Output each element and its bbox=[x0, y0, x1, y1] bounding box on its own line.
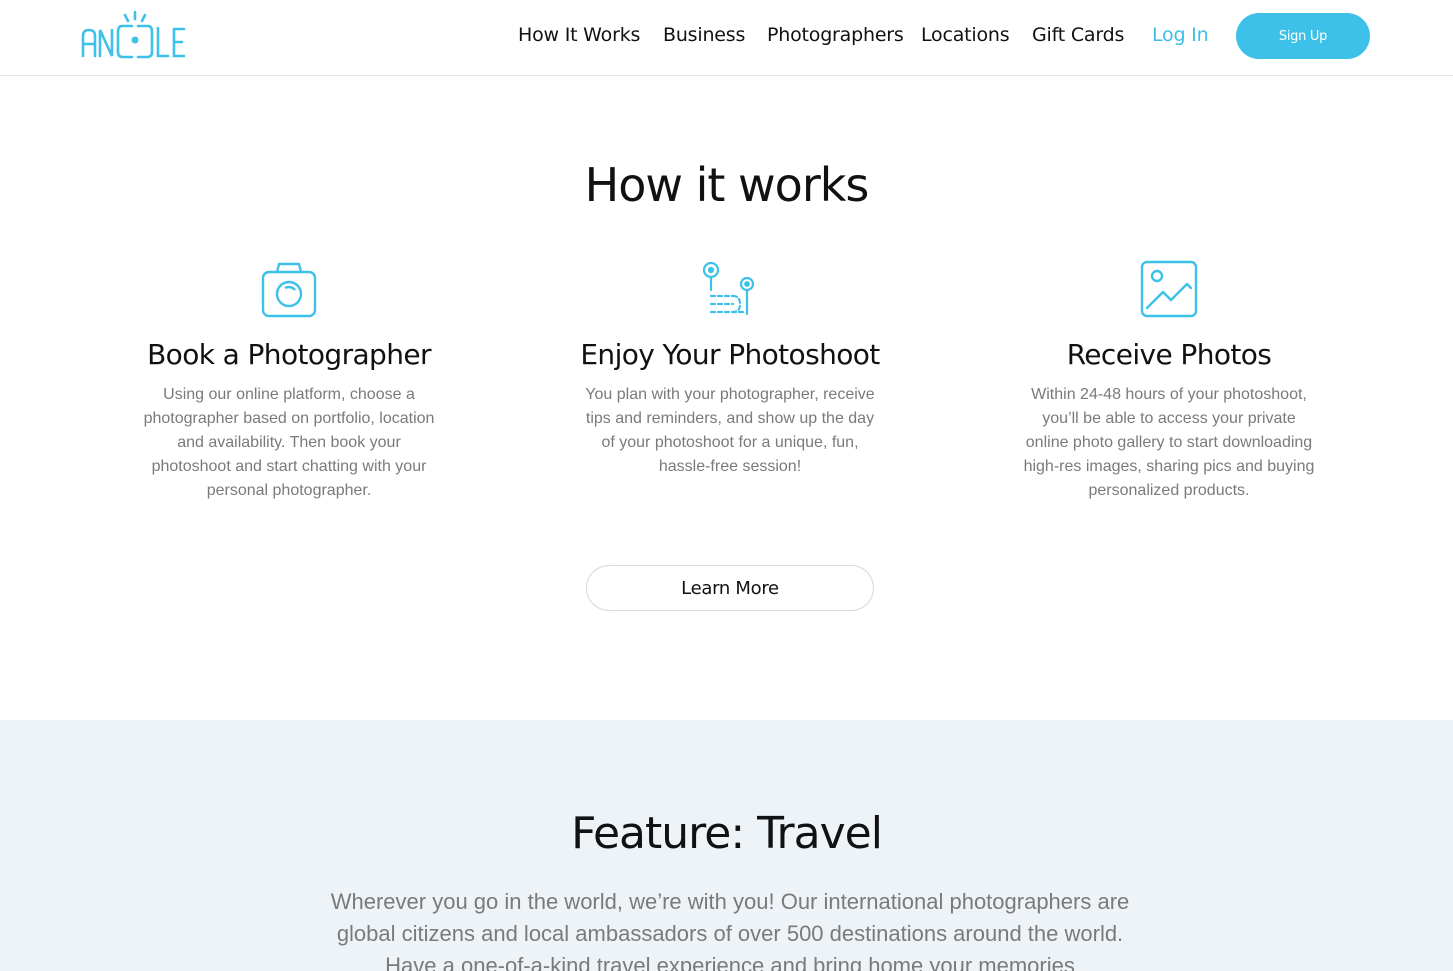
site-header: How It Works Business Photographers Loca… bbox=[0, 0, 1453, 76]
step-title: Book a Photographer bbox=[147, 338, 431, 371]
step-description: Using our online platform, choose a phot… bbox=[143, 386, 435, 499]
step-book-photographer: Book a Photographer Using our online pla… bbox=[129, 258, 449, 503]
step-title: Enjoy Your Photoshoot bbox=[580, 338, 880, 371]
nav-gift-cards[interactable]: Gift Cards bbox=[1032, 24, 1124, 46]
how-it-works-title: How it works bbox=[584, 158, 870, 212]
step-description: Within 24-48 hours of your photoshoot, y… bbox=[1023, 386, 1315, 499]
login-link[interactable]: Log In bbox=[1152, 24, 1209, 46]
signup-button[interactable]: Sign Up bbox=[1236, 13, 1370, 59]
nav-how-it-works[interactable]: How It Works bbox=[518, 24, 640, 46]
step-description: You plan with your photographer, receive… bbox=[585, 386, 875, 475]
nav-photographers[interactable]: Photographers bbox=[767, 24, 904, 46]
feature-title: Feature: Travel bbox=[571, 808, 883, 859]
feature-travel-section: Feature: Travel Wherever you go in the w… bbox=[0, 720, 1453, 971]
feature-description: Wherever you go in the world, we’re with… bbox=[330, 889, 1130, 971]
image-icon bbox=[1140, 260, 1198, 318]
nav-business[interactable]: Business bbox=[663, 24, 745, 46]
step-receive-photos: Receive Photos Within 24-48 hours of you… bbox=[1009, 258, 1329, 503]
camera-icon bbox=[261, 262, 317, 318]
route-pins-icon bbox=[702, 261, 755, 316]
nav-locations[interactable]: Locations bbox=[921, 24, 1010, 46]
main-nav: How It Works Business Photographers Loca… bbox=[0, 0, 1453, 76]
step-title: Receive Photos bbox=[1066, 338, 1272, 371]
learn-more-button[interactable]: Learn More bbox=[586, 565, 874, 611]
step-enjoy-photoshoot: Enjoy Your Photoshoot You plan with your… bbox=[570, 258, 890, 479]
